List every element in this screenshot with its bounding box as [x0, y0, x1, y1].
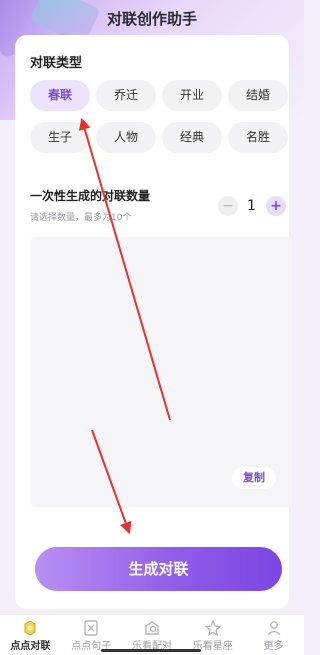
main-card: 对联类型 春联 乔迁 开业 结婚 生子 人物 经典 名胜 一次性生成的对联数量 …	[15, 35, 292, 609]
page-title: 对联创作助手	[106, 10, 197, 28]
home-indicator	[101, 649, 201, 652]
nav-label: 更多	[263, 641, 284, 652]
type-options: 春联 乔迁 开业 结婚 生子 人物 经典 名胜	[30, 80, 290, 153]
bottom-nav: 点点对联 点点句子 乐看配对 乐看星座 更多	[0, 614, 304, 655]
type-chip-housewarming[interactable]: 乔迁	[96, 80, 156, 111]
type-chip-birth[interactable]: 生子	[30, 122, 90, 153]
nav-item-couplet[interactable]: 点点对联	[0, 615, 61, 655]
copy-button[interactable]: 复制	[232, 467, 276, 489]
generate-button[interactable]: 生成对联	[35, 547, 282, 591]
type-chip-scenic[interactable]: 名胜	[228, 122, 288, 153]
nav-label: 点点对联	[10, 641, 51, 652]
star-icon	[204, 620, 222, 636]
sentence-icon	[84, 620, 98, 636]
more-icon	[267, 621, 281, 636]
type-chip-person[interactable]: 人物	[96, 122, 156, 153]
quantity-plus-button[interactable]: +	[266, 196, 286, 216]
type-chip-wedding[interactable]: 结婚	[228, 80, 288, 111]
quantity-value: 1	[247, 198, 256, 214]
type-chip-spring[interactable]: 春联	[30, 80, 90, 111]
type-chip-opening[interactable]: 开业	[162, 80, 222, 111]
quantity-title: 一次性生成的对联数量	[30, 189, 151, 203]
match-icon	[145, 621, 159, 635]
quantity-hint: 请选择数量，最多为10个	[30, 213, 132, 223]
result-area: 复制	[30, 237, 292, 507]
type-section-title: 对联类型	[30, 56, 83, 71]
nav-item-more[interactable]: 更多	[243, 615, 304, 655]
couplet-icon	[24, 620, 36, 636]
type-chip-classic[interactable]: 经典	[162, 122, 222, 153]
quantity-minus-button[interactable]: −	[218, 196, 238, 216]
